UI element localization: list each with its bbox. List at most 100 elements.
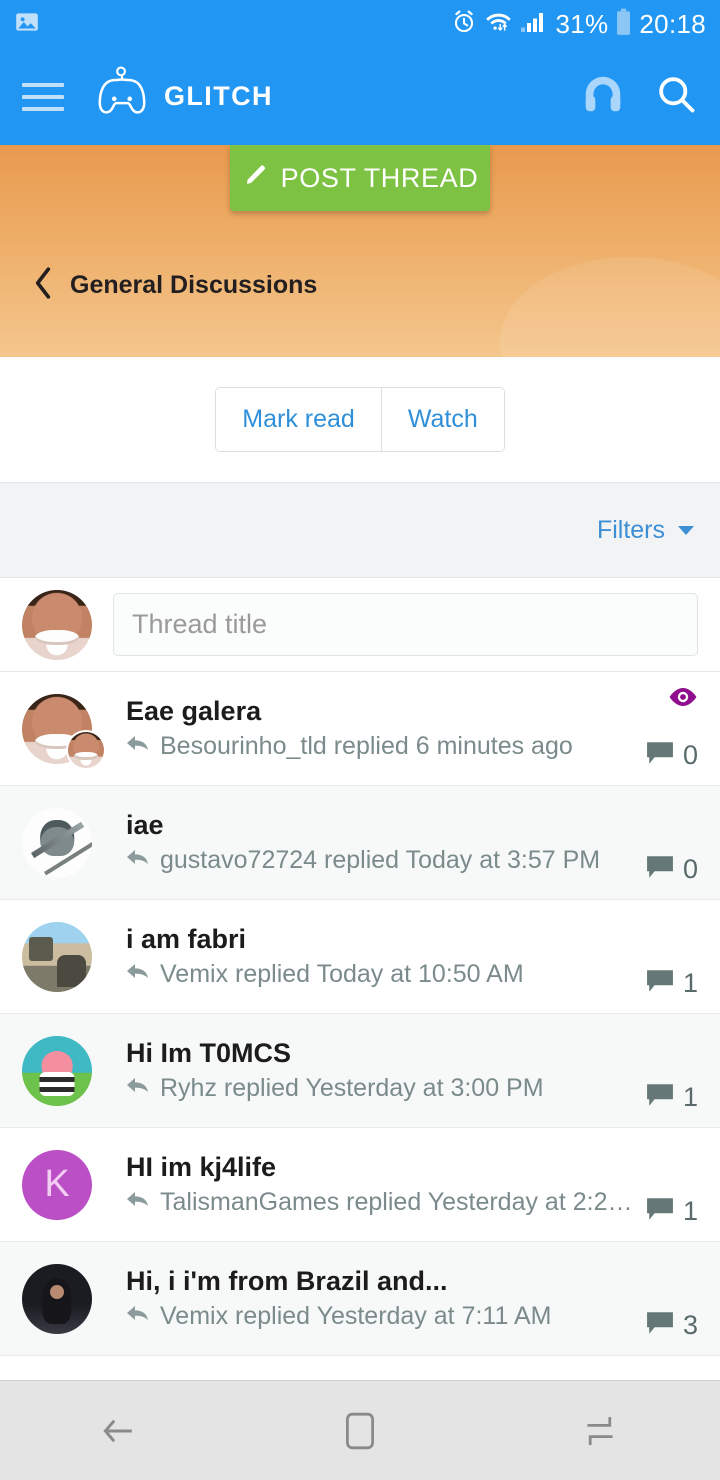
night-photo-avatar bbox=[22, 1263, 92, 1334]
thread-stats: 0 bbox=[646, 786, 698, 899]
reply-number: 1 bbox=[682, 1082, 698, 1112]
thread-title: iae bbox=[126, 810, 164, 840]
reply-count: 0 bbox=[646, 740, 698, 771]
chevron-left-icon bbox=[32, 267, 54, 304]
reply-number: 0 bbox=[682, 740, 698, 770]
comment-bubble-icon bbox=[646, 1082, 674, 1113]
thread-title: Hi, i i'm from Brazil and... bbox=[126, 1266, 448, 1296]
thread-text: iae gustavo72724 replied Today at 3:57 P… bbox=[126, 810, 634, 875]
filters-label: Filters bbox=[596, 515, 665, 544]
reply-count: 1 bbox=[646, 1082, 698, 1113]
thread-text: Hi, i i'm from Brazil and... Vemix repli… bbox=[126, 1266, 634, 1331]
thread-stats: 1 bbox=[646, 1128, 698, 1241]
reply-arrow-icon bbox=[126, 1303, 150, 1330]
thread-meta: Vemix replied Yesterday at 7:11 AM bbox=[126, 1302, 634, 1331]
game-screenshot-avatar bbox=[22, 921, 92, 992]
app-bar: GLITCH bbox=[0, 48, 720, 145]
post-thread-button[interactable]: POST THREAD bbox=[230, 145, 490, 211]
post-thread-label: POST THREAD bbox=[280, 162, 479, 193]
reply-number: 0 bbox=[682, 854, 698, 884]
thread-stats: 3 bbox=[646, 1242, 698, 1355]
battery-icon bbox=[615, 8, 632, 41]
thread-meta-text: gustavo72724 replied Today at 3:57 PM bbox=[160, 846, 601, 874]
avatar bbox=[22, 921, 92, 992]
table-row[interactable]: Hi Im T0MCS Ryhz replied Yesterday at 3:… bbox=[0, 1014, 720, 1128]
thread-title-input[interactable] bbox=[113, 593, 698, 656]
pencil-icon bbox=[242, 162, 269, 194]
avatar bbox=[22, 1263, 92, 1334]
comment-bubble-icon bbox=[646, 854, 674, 885]
android-recents-icon[interactable] bbox=[540, 1381, 660, 1480]
avatar bbox=[22, 807, 92, 878]
comment-bubble-icon bbox=[646, 1310, 674, 1341]
thread-text: HI im kj4life TalismanGames replied Yest… bbox=[126, 1152, 634, 1217]
thread-meta-text: Besourinho_tld replied 6 minutes ago bbox=[160, 732, 573, 760]
headphones-icon[interactable] bbox=[580, 71, 626, 122]
thread-stats: 0 bbox=[646, 672, 698, 785]
alarm-clock-icon bbox=[451, 9, 477, 40]
reply-count: 1 bbox=[646, 968, 698, 999]
table-row[interactable]: Hi, i i'm from Brazil and... Vemix repli… bbox=[0, 1242, 720, 1356]
thread-text: i am fabri Vemix replied Today at 10:50 … bbox=[126, 924, 634, 989]
table-row[interactable]: i am fabri Vemix replied Today at 10:50 … bbox=[0, 900, 720, 1014]
thread-meta: Ryhz replied Yesterday at 3:00 PM bbox=[126, 1074, 634, 1103]
thread-title: i am fabri bbox=[126, 924, 247, 954]
watch-button[interactable]: Watch bbox=[380, 388, 504, 451]
reply-count: 1 bbox=[646, 1196, 698, 1227]
thread-list: Eae galera Besourinho_tld replied 6 minu… bbox=[0, 672, 720, 1380]
thread-title: Eae galera bbox=[126, 696, 262, 726]
status-bar-left bbox=[14, 9, 40, 40]
avatar: K bbox=[22, 1149, 92, 1220]
thread-meta: Besourinho_tld replied 6 minutes ago bbox=[126, 732, 634, 761]
thread-meta: TalismanGames replied Yesterday at 2:27 … bbox=[126, 1188, 634, 1217]
forum-actions: Mark read Watch bbox=[0, 357, 720, 482]
status-clock: 20:18 bbox=[639, 8, 706, 39]
reply-number: 3 bbox=[682, 1310, 698, 1340]
filters-button[interactable]: Filters bbox=[597, 516, 694, 545]
eye-icon[interactable] bbox=[668, 686, 698, 713]
reply-count: 0 bbox=[646, 854, 698, 885]
thread-meta-text: TalismanGames replied Yesterday at 2:27 … bbox=[160, 1188, 634, 1216]
thread-title: Hi Im T0MCS bbox=[126, 1038, 292, 1068]
thread-meta-text: Ryhz replied Yesterday at 3:00 PM bbox=[160, 1074, 544, 1102]
filter-strip: Filters bbox=[0, 482, 720, 578]
thread-text: Eae galera Besourinho_tld replied 6 minu… bbox=[126, 696, 634, 761]
forum-banner: POST THREAD General Discussions bbox=[0, 145, 720, 357]
phone-screen: 31% 20:18 GLITCH POST THREAD General Dis… bbox=[0, 0, 720, 1480]
avatar bbox=[22, 693, 106, 770]
app-bar-actions bbox=[580, 71, 698, 122]
avatar bbox=[22, 589, 92, 660]
reply-arrow-icon bbox=[126, 961, 150, 988]
avatar-initial: K bbox=[44, 1163, 70, 1205]
reply-arrow-icon bbox=[126, 1075, 150, 1102]
letter-avatar: K bbox=[22, 1149, 92, 1220]
thread-meta-text: Vemix replied Yesterday at 7:11 AM bbox=[160, 1302, 552, 1330]
breadcrumb-label: General Discussions bbox=[70, 271, 318, 299]
user-avatar bbox=[22, 589, 92, 660]
reply-arrow-icon bbox=[126, 1189, 150, 1216]
status-bar-right: 31% 20:18 bbox=[451, 8, 706, 41]
thread-meta-text: Vemix replied Today at 10:50 AM bbox=[160, 960, 524, 988]
patrick-star-avatar bbox=[22, 1035, 92, 1106]
thread-text: Hi Im T0MCS Ryhz replied Yesterday at 3:… bbox=[126, 1038, 634, 1103]
reply-number: 1 bbox=[682, 1196, 698, 1226]
comment-bubble-icon bbox=[646, 1196, 674, 1227]
table-row[interactable]: iae gustavo72724 replied Today at 3:57 P… bbox=[0, 786, 720, 900]
image-icon bbox=[14, 9, 40, 40]
table-row[interactable]: Eae galera Besourinho_tld replied 6 minu… bbox=[0, 672, 720, 786]
table-row[interactable]: K HI im kj4life TalismanGames replied Ye… bbox=[0, 1128, 720, 1242]
skull-rifles-avatar bbox=[22, 807, 92, 878]
thread-stats: 1 bbox=[646, 900, 698, 1013]
mark-read-button[interactable]: Mark read bbox=[216, 388, 381, 451]
breadcrumb[interactable]: General Discussions bbox=[32, 267, 317, 304]
thread-stats: 1 bbox=[646, 1014, 698, 1127]
android-home-icon[interactable] bbox=[300, 1381, 420, 1480]
thread-title: HI im kj4life bbox=[126, 1152, 277, 1182]
thread-meta: gustavo72724 replied Today at 3:57 PM bbox=[126, 846, 634, 875]
android-back-icon[interactable] bbox=[60, 1381, 180, 1480]
hamburger-menu-icon[interactable] bbox=[22, 82, 64, 111]
new-thread-row bbox=[0, 578, 720, 672]
search-icon[interactable] bbox=[654, 72, 698, 121]
reply-arrow-icon bbox=[126, 733, 150, 760]
brand-logo[interactable]: GLITCH bbox=[92, 66, 273, 127]
